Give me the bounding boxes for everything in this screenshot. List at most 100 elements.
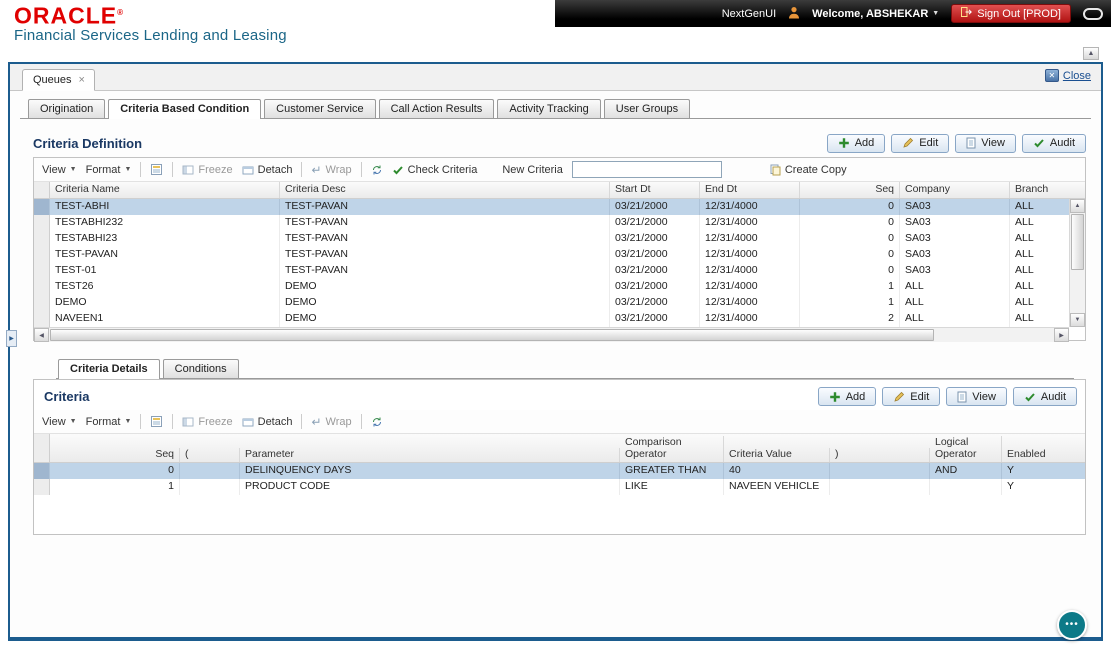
action-view-button[interactable]: View [946,387,1007,406]
tab-criteria-details[interactable]: Criteria Details [58,359,160,379]
user-icon [788,6,800,22]
scroll-down-icon[interactable]: ▼ [1070,313,1085,327]
grid-row[interactable]: TEST-PAVAN TEST-PAVAN 03/21/2000 12/31/4000… [34,247,1085,263]
row-selector[interactable] [34,247,50,263]
row-selector[interactable] [34,263,50,279]
grid-row[interactable]: DEMO DEMO 03/21/2000 12/31/4000 1 ALL ALL [34,295,1085,311]
criteria-definition-table: Criteria Name Criteria Desc Start Dt End Dt… [34,182,1085,327]
check-criteria-button[interactable]: Check Criteria [392,164,477,176]
cell: ALL [900,295,1010,311]
detach-button[interactable]: Detach [242,164,292,176]
tab-queues[interactable]: Queues × [22,69,95,91]
scroll-up-icon[interactable]: ▲ [1070,199,1085,213]
close-control[interactable]: ✕ Close [1044,69,1091,82]
cell: DEMO [280,295,610,311]
chat-button[interactable]: ••• [1057,610,1087,640]
row-selector[interactable] [34,279,50,295]
action-view-button[interactable]: View [955,133,1016,153]
scroll-track[interactable] [1070,213,1085,313]
tab-conditions[interactable]: Conditions [162,359,239,378]
grid-row[interactable]: TESTABHI23 TEST-PAVAN 03/21/2000 12/31/4000… [34,231,1085,247]
grid-row[interactable]: TEST-01 TEST-PAVAN 03/21/2000 12/31/4000 0 SA… [34,263,1085,279]
tab-customer-service[interactable]: Customer Service [264,99,376,118]
tab-activity-tracking[interactable]: Activity Tracking [497,99,601,118]
cell: 03/21/2000 [610,263,700,279]
freeze-button[interactable]: Freeze [182,416,233,428]
action-audit-button[interactable]: Audit [1021,133,1086,153]
scroll-left-icon[interactable]: ◀ [34,328,49,342]
format-menu[interactable]: Format ▼ [86,416,132,428]
tab-criteria-based-condition[interactable]: Criteria Based Condition [108,99,262,119]
view-menu[interactable]: View ▼ [42,164,77,176]
cell: DELINQUENCY DAYS [240,463,620,479]
nextgenui-link[interactable]: NextGenUI [722,8,776,20]
row-selector[interactable] [34,231,50,247]
column-header-criteria-desc: Criteria Desc [280,182,610,198]
grid-row[interactable]: NAVEEN1 DEMO 03/21/2000 12/31/4000 2 ALL ALL [34,311,1085,327]
column-header-logical-operator: Logical Operator [930,436,1002,462]
cell [830,479,930,495]
horizontal-scrollbar[interactable]: ◀ ▶ [34,327,1069,342]
cell: AND [930,463,1002,479]
scroll-right-icon[interactable]: ▶ [1054,328,1069,342]
row-selector[interactable] [34,215,50,231]
new-criteria-label: New Criteria [502,163,563,176]
row-selector[interactable] [34,295,50,311]
session-indicator-icon[interactable] [1083,7,1103,20]
view-menu[interactable]: View ▼ [42,416,77,428]
scroll-thumb[interactable] [50,329,935,341]
scroll-track[interactable] [49,328,1054,342]
report-icon[interactable] [150,163,163,176]
refresh-icon[interactable] [371,164,383,176]
row-selector[interactable] [34,199,50,215]
action-add-button[interactable]: Add [817,387,877,406]
welcome-user-menu[interactable]: Welcome, ABSHEKAR ▼ [812,8,939,20]
refresh-icon[interactable] [371,416,383,428]
cell: TEST-PAVAN [280,231,610,247]
tab-call-action-results[interactable]: Call Action Results [378,99,495,118]
create-copy-button[interactable]: Create Copy [769,164,847,176]
column-header-parameter: Parameter [240,448,620,462]
cell: DEMO [280,311,610,327]
row-selector[interactable] [34,479,50,495]
cell [930,479,1002,495]
tab-origination[interactable]: Origination [28,99,106,118]
cell: 40 [724,463,830,479]
report-icon[interactable] [150,415,163,428]
cell [180,479,240,495]
detach-icon [242,416,254,428]
tab-user-groups[interactable]: User Groups [603,99,691,118]
grid-row[interactable]: 1 PRODUCT CODE LIKE NAVEEN VEHICLE Y [34,479,1085,495]
row-selector[interactable] [34,463,50,479]
action-audit-button[interactable]: Audit [1012,387,1077,406]
wrap-button[interactable]: ↵ Wrap [311,415,351,429]
cell: 03/21/2000 [610,231,700,247]
action-label: Audit [1049,137,1075,149]
grid-row[interactable]: TEST26 DEMO 03/21/2000 12/31/4000 1 ALL ALL [34,279,1085,295]
grid-row[interactable]: TEST-ABHI TEST-PAVAN 03/21/2000 12/31/4000 0… [34,199,1085,215]
splitter-handle[interactable]: ▶ [6,330,17,347]
action-edit-button[interactable]: Edit [891,133,950,153]
wrap-button[interactable]: ↵ Wrap [311,163,351,177]
grid-row[interactable]: TESTABHI232 TEST-PAVAN 03/21/2000 12/31/400… [34,215,1085,231]
action-edit-button[interactable]: Edit [882,387,941,406]
sign-out-button[interactable]: Sign Out [PROD] [951,4,1071,23]
action-label: Audit [1040,390,1066,403]
action-label: View [981,137,1005,149]
toolbar-separator [140,414,142,429]
tab-close-icon[interactable]: × [79,75,85,86]
criteria-header: Criteria Add Edit View Audit [34,380,1085,410]
scroll-thumb[interactable] [1071,214,1084,270]
grid-row[interactable]: 0 DELINQUENCY DAYS GREATER THAN 40 AND Y [34,463,1085,479]
action-add-button[interactable]: Add [826,133,886,153]
cell [180,463,240,479]
vertical-scrollbar[interactable]: ▲ ▼ [1069,199,1085,327]
criteria-actions: Add Edit View Audit [817,387,1077,406]
page-scroll-up-button[interactable]: ▲ [1083,47,1099,60]
new-criteria-input[interactable] [571,161,722,178]
format-menu[interactable]: Format ▼ [86,164,132,176]
freeze-button[interactable]: Freeze [182,164,233,176]
detach-button[interactable]: Detach [242,416,292,428]
chevron-down-icon: ▼ [69,166,77,173]
row-selector[interactable] [34,311,50,327]
